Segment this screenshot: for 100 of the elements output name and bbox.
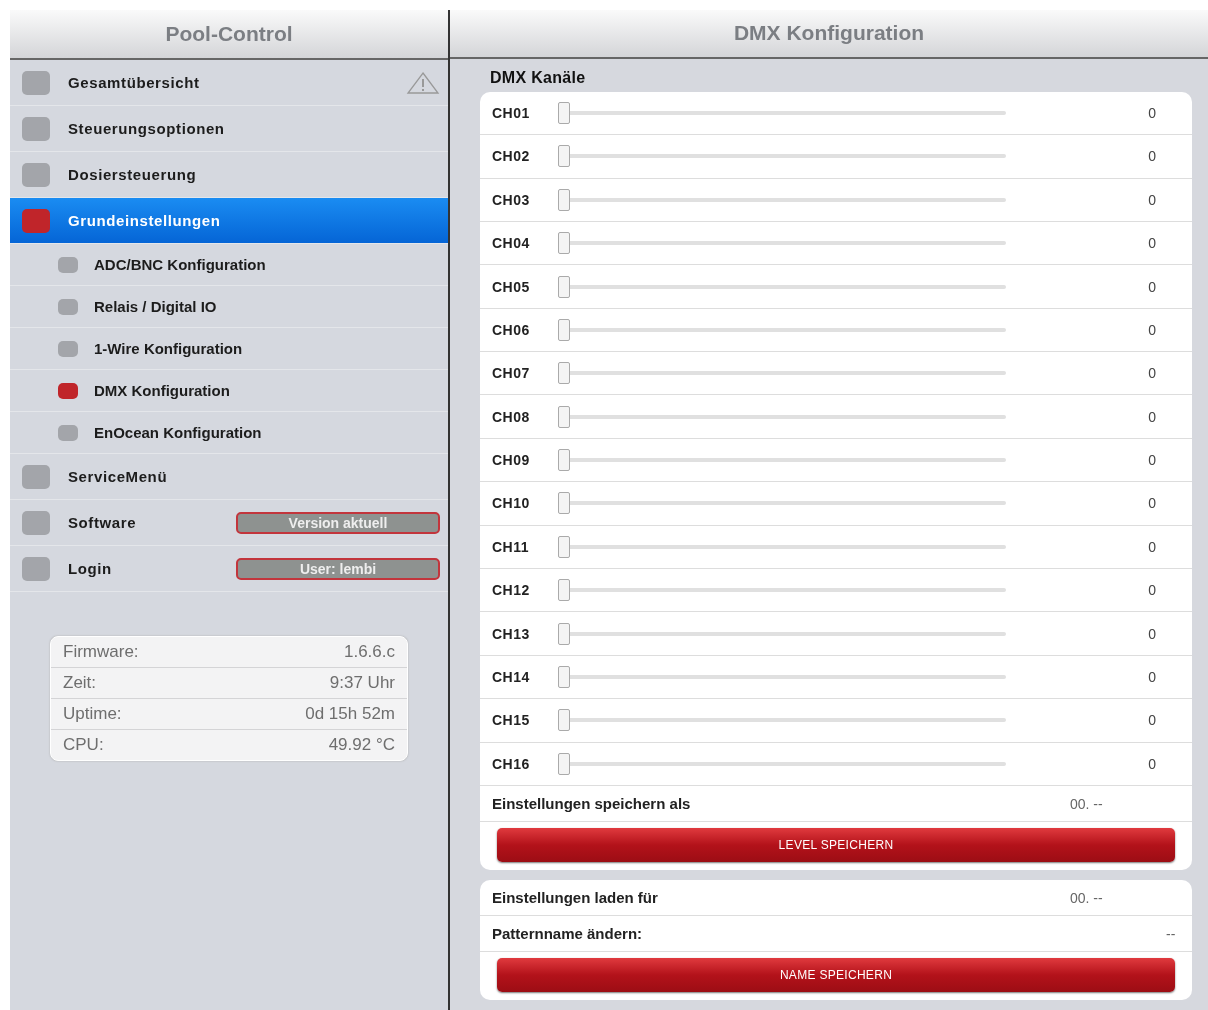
page-title: DMX Konfiguration — [450, 10, 1208, 59]
info-value: 49.92 °C — [328, 735, 395, 755]
channel-value: 0 — [1148, 321, 1156, 338]
save-name-button[interactable]: NAME SPEICHERN — [497, 958, 1175, 992]
channel-value: 0 — [1148, 452, 1156, 469]
slider-thumb[interactable] — [558, 666, 570, 688]
slider-track[interactable] — [558, 709, 1006, 732]
menu-label: Software — [68, 514, 138, 531]
slider-thumb[interactable] — [558, 362, 570, 385]
info-value: 1.6.6.c — [343, 642, 395, 662]
slider-thumb[interactable] — [558, 188, 570, 211]
channel-value: 0 — [1148, 755, 1156, 772]
slider-track[interactable] — [558, 449, 1006, 472]
slider-track[interactable] — [558, 622, 1006, 645]
channel-label: CH07 — [492, 365, 531, 382]
info-label: Firmware: — [63, 642, 139, 662]
channel-value: 0 — [1148, 625, 1156, 642]
field-value[interactable]: 00. -- — [1070, 795, 1180, 812]
slider-thumb[interactable] — [558, 318, 570, 341]
slider-track[interactable] — [558, 405, 1006, 428]
status-square-icon — [22, 162, 50, 187]
menu-label: 1-Wire Konfiguration — [94, 340, 244, 357]
status-badge: Version aktuell — [236, 511, 440, 534]
channel-label: CH15 — [492, 712, 531, 729]
slider-thumb[interactable] — [558, 275, 570, 298]
channel-label: CH03 — [492, 191, 531, 208]
info-label: Uptime: — [63, 704, 122, 724]
channel-value: 0 — [1148, 408, 1156, 425]
info-value: 9:37 Uhr — [329, 673, 395, 693]
sidebar-title: Pool-Control — [10, 10, 448, 60]
slider-thumb[interactable] — [558, 101, 570, 124]
slider-track[interactable] — [558, 232, 1006, 255]
slider-thumb[interactable] — [558, 579, 570, 602]
menu-label: EnOcean Konfiguration — [94, 424, 263, 441]
slider-track[interactable] — [558, 362, 1006, 385]
status-square-icon — [22, 510, 50, 535]
slider-track[interactable] — [558, 535, 1006, 558]
slider-track[interactable] — [558, 579, 1006, 602]
slider-track[interactable] — [558, 666, 1006, 688]
channel-label: CH12 — [492, 582, 531, 599]
channel-value: 0 — [1148, 538, 1156, 555]
channel-value: 0 — [1148, 148, 1156, 165]
channel-value: 0 — [1148, 278, 1156, 295]
field-label: Einstellungen laden für — [492, 889, 658, 906]
field-label: Patternname ändern: — [492, 925, 643, 942]
status-square-icon — [22, 208, 50, 233]
slider-thumb[interactable] — [558, 622, 570, 645]
channel-value: 0 — [1148, 712, 1156, 729]
channel-value: 0 — [1148, 191, 1156, 208]
slider-track[interactable] — [558, 275, 1006, 298]
menu-label: Steuerungsoptionen — [68, 120, 226, 137]
channel-label: CH08 — [492, 408, 531, 425]
menu-label: ADC/BNC Konfiguration — [94, 256, 267, 273]
status-square-icon — [22, 464, 50, 489]
info-label: CPU: — [63, 735, 104, 755]
slider-thumb[interactable] — [558, 232, 570, 255]
menu-label: Login — [68, 560, 113, 577]
slider-thumb[interactable] — [558, 405, 570, 428]
channel-label: CH14 — [492, 669, 531, 685]
slider-track[interactable] — [558, 188, 1006, 211]
channel-label: CH16 — [492, 755, 531, 772]
channel-label: CH09 — [492, 452, 531, 469]
slider-thumb[interactable] — [558, 752, 570, 775]
channel-value: 0 — [1148, 582, 1156, 599]
slider-track[interactable] — [558, 752, 1006, 775]
menu-label: ServiceMenü — [68, 468, 169, 485]
menu-item[interactable]: Grundeinstellungen — [10, 198, 448, 244]
channel-value: 0 — [1148, 365, 1156, 382]
menu-label: Grundeinstellungen — [68, 212, 222, 229]
slider-thumb[interactable] — [558, 492, 570, 515]
channel-label: CH05 — [492, 278, 531, 295]
menu-label: Dosiersteuerung — [68, 166, 198, 183]
slider-thumb[interactable] — [558, 145, 570, 168]
field-value[interactable]: 00. -- — [1070, 889, 1180, 906]
field-value[interactable]: -- — [1166, 925, 1180, 942]
slider-thumb[interactable] — [558, 709, 570, 732]
slider-thumb[interactable] — [558, 535, 570, 558]
channel-label: CH11 — [492, 538, 531, 555]
info-value: 0d 15h 52m — [305, 704, 395, 724]
menu-label: Gesamtübersicht — [68, 74, 201, 91]
slider-track[interactable] — [558, 145, 1006, 168]
channel-label: CH06 — [492, 321, 531, 338]
channel-value: 0 — [1148, 669, 1156, 685]
channel-value: 0 — [1148, 235, 1156, 252]
channel-label: CH02 — [492, 148, 531, 165]
slider-track[interactable] — [558, 318, 1006, 341]
save-level-button[interactable]: LEVEL SPEICHERN — [497, 828, 1175, 862]
channel-label: CH13 — [492, 625, 531, 642]
channel-label: CH10 — [492, 495, 531, 512]
channel-label: CH04 — [492, 235, 531, 252]
info-label: Zeit: — [63, 673, 97, 693]
slider-thumb[interactable] — [558, 449, 570, 472]
status-square-icon — [22, 70, 50, 95]
channel-value: 0 — [1148, 495, 1156, 512]
section-title: DMX Kanäle — [490, 68, 587, 87]
status-badge: User: lembi — [236, 557, 440, 580]
slider-track[interactable] — [558, 101, 1006, 124]
menu-label: Relais / Digital IO — [94, 298, 218, 315]
slider-track[interactable] — [558, 492, 1006, 515]
status-square-icon — [22, 116, 50, 141]
